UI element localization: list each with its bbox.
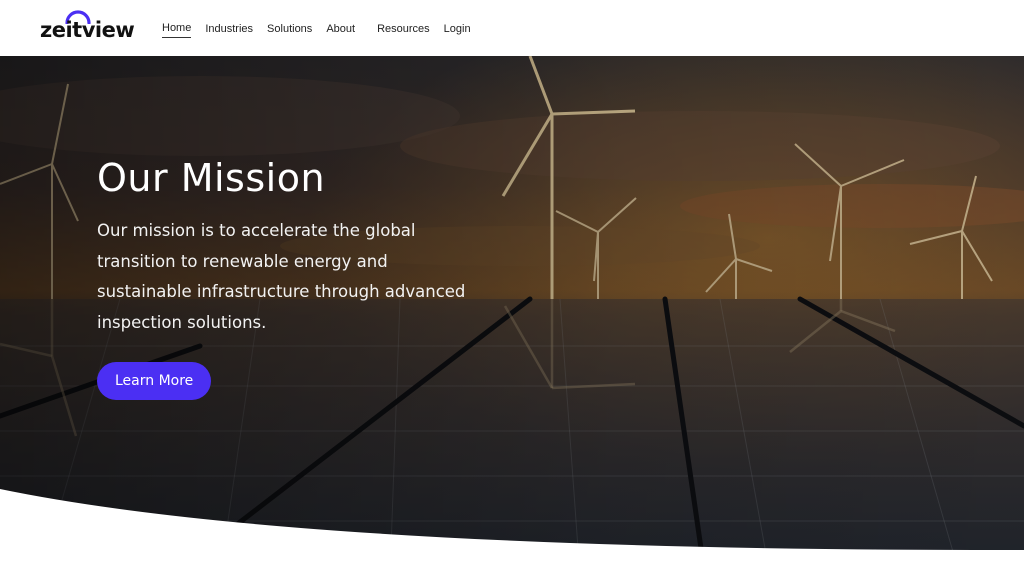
learn-more-button[interactable]: Learn More xyxy=(97,362,212,400)
hero-content: Our Mission Our mission is to accelerate… xyxy=(97,156,497,400)
logo-text: zeitview xyxy=(40,18,135,42)
nav-home[interactable]: Home xyxy=(162,20,192,38)
nav-resources[interactable]: Resources xyxy=(377,21,430,37)
nav-about[interactable]: About xyxy=(326,21,355,37)
main-nav: Home Industries Solutions About Resource… xyxy=(162,20,485,38)
hero-section: Our Mission Our mission is to accelerate… xyxy=(0,56,1024,576)
zeitview-logo[interactable]: zeitview xyxy=(40,8,135,44)
site-header: zeitview Home Industries Solutions About… xyxy=(0,0,1024,56)
nav-industries[interactable]: Industries xyxy=(205,21,253,37)
nav-solutions[interactable]: Solutions xyxy=(267,21,312,37)
nav-login[interactable]: Login xyxy=(444,21,471,37)
hero-title: Our Mission xyxy=(97,156,326,200)
hero-description: Our mission is to accelerate the global … xyxy=(97,221,466,332)
